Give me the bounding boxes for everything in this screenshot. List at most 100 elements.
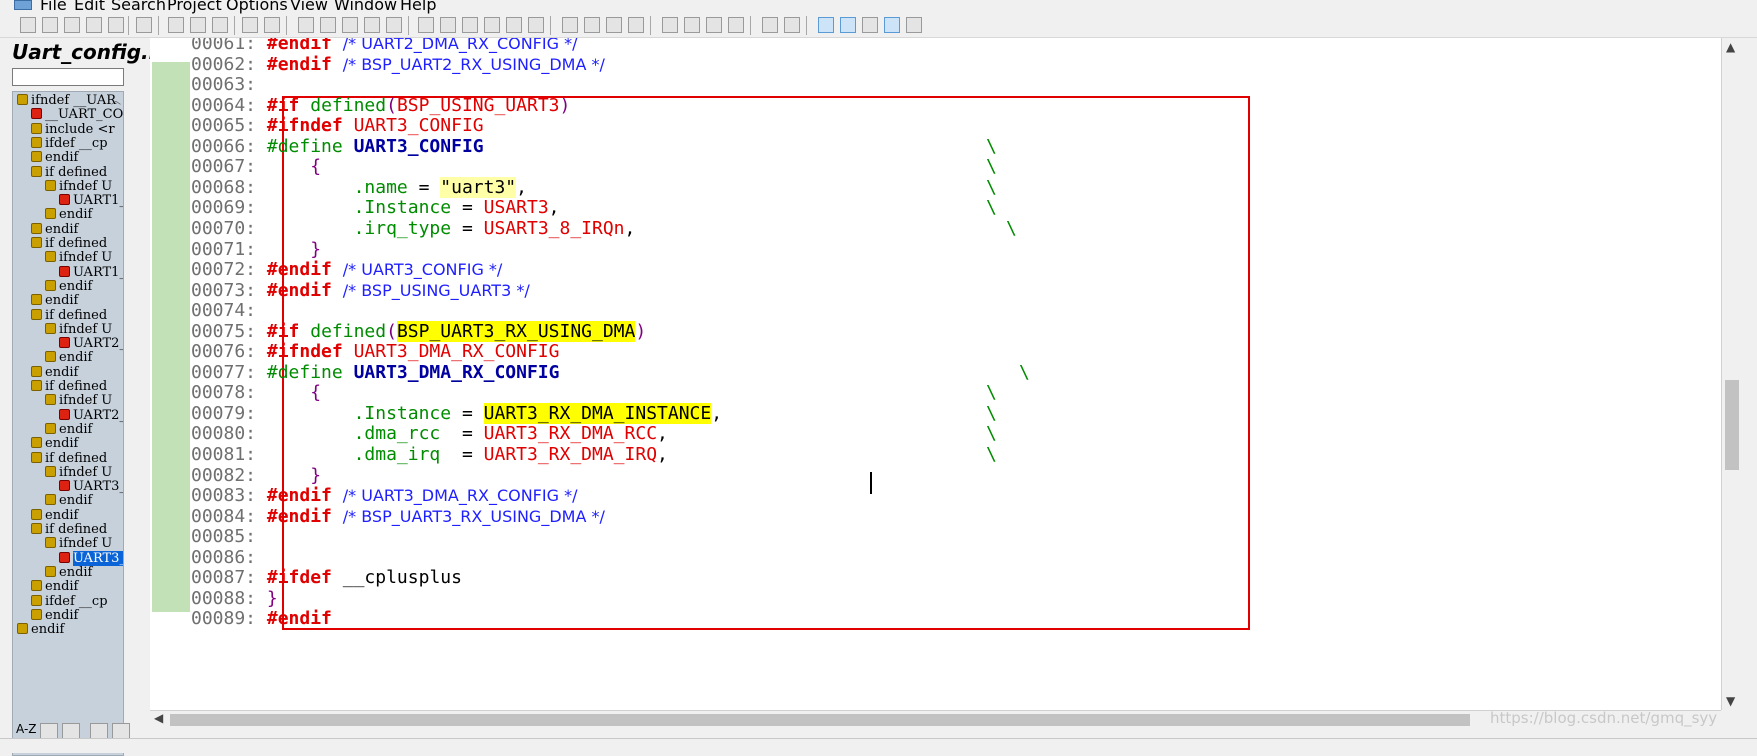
book-icon[interactable] — [606, 17, 622, 33]
code-line: 00073: #endif /* BSP_USING_UART3 */ — [191, 279, 530, 302]
line-continuation: \ — [986, 444, 997, 465]
add-file-icon[interactable] — [584, 17, 600, 33]
code-token: ) — [559, 94, 571, 116]
sort-az-button[interactable]: A-Z — [16, 722, 37, 736]
open-file-icon[interactable] — [42, 17, 58, 33]
symbol-info-icon[interactable] — [762, 17, 778, 33]
browse-icon[interactable] — [90, 723, 108, 739]
new-file-icon[interactable] — [20, 17, 36, 33]
project-window-icon[interactable] — [884, 17, 900, 33]
print-icon[interactable] — [136, 17, 152, 33]
code-line: 00072: #endif /* UART3_CONFIG */ — [191, 258, 502, 281]
code-token: UART3_CONFIG — [353, 115, 484, 137]
yellow-symbol-icon — [17, 94, 28, 105]
tree-item-label: endif — [45, 507, 79, 523]
jump-icon[interactable] — [506, 17, 522, 33]
line-number: 00064: — [191, 94, 257, 116]
chevron-down-icon[interactable]: ▼ — [1726, 694, 1735, 708]
clip-window-icon[interactable] — [906, 17, 922, 33]
symbol-window-icon[interactable] — [818, 17, 834, 33]
code-token: defined — [310, 94, 387, 116]
yellow-symbol-icon — [45, 322, 56, 334]
find-next-icon[interactable] — [320, 17, 336, 33]
tree-item-label: endif — [45, 293, 79, 309]
paste-icon[interactable] — [212, 17, 228, 33]
tree-item-label: __UART_CON — [45, 107, 124, 123]
options-icon[interactable] — [112, 723, 130, 739]
menu-options[interactable]: Options — [226, 0, 288, 14]
bookmark-next-icon[interactable] — [440, 17, 456, 33]
yellow-symbol-icon — [45, 537, 56, 549]
menu-file[interactable]: File — [40, 0, 67, 14]
jump-back-icon[interactable] — [528, 17, 544, 33]
code-token: { — [310, 382, 322, 404]
menu-edit[interactable]: Edit — [74, 0, 105, 14]
vertical-scrollbar[interactable]: ▲ ▼ — [1721, 38, 1743, 710]
menu-window[interactable]: Window — [334, 0, 397, 14]
sync-icon[interactable] — [628, 17, 644, 33]
code-token: ( — [386, 320, 397, 342]
code-line: 00080: .dma_rcc = UART3_RX_DMA_RCC, — [191, 422, 668, 445]
yellow-symbol-icon — [31, 523, 42, 534]
code-token: UART3_RX_DMA_INSTANCE — [483, 402, 712, 424]
project-icon[interactable] — [562, 17, 578, 33]
menu-search[interactable]: Search — [111, 0, 166, 14]
forward-arrow-icon[interactable] — [484, 17, 500, 33]
replace-icon[interactable] — [364, 17, 380, 33]
yellow-symbol-icon — [45, 251, 56, 263]
toolbar-separator — [286, 16, 287, 35]
line-number: 00084: — [191, 505, 257, 527]
line-number: 00076: — [191, 341, 257, 363]
relation-window-icon[interactable] — [862, 17, 878, 33]
line-number: 00065: — [191, 115, 257, 137]
swap-icon[interactable] — [386, 17, 402, 33]
help-pointer-icon[interactable] — [784, 17, 800, 33]
save-icon[interactable] — [64, 17, 80, 33]
save-all-icon[interactable] — [108, 17, 124, 33]
symbol-panel: Uart_config.h ︿ ﹀ ifndef __UAR__UART_CON… — [10, 38, 163, 756]
window-tile-icon[interactable] — [662, 17, 678, 33]
code-token: #if — [266, 320, 300, 342]
find-icon[interactable] — [298, 17, 314, 33]
tree-item-label: ifndef U — [59, 321, 113, 337]
code-token: = — [440, 423, 484, 445]
code-token: defined — [310, 320, 387, 342]
chevron-left-icon[interactable]: ◀ — [154, 711, 163, 725]
tree-item[interactable]: endif — [17, 622, 64, 638]
cut-icon[interactable] — [168, 17, 184, 33]
symbol-tree[interactable]: ︿ ﹀ ifndef __UAR__UART_CONinclude <rifde… — [12, 91, 124, 756]
list-view-icon[interactable] — [40, 723, 58, 739]
horizontal-scrollbar[interactable]: ◀ — [150, 710, 1721, 729]
copy-icon[interactable] — [190, 17, 206, 33]
code-token: #define — [266, 135, 343, 157]
save-as-icon[interactable] — [86, 17, 102, 33]
window-horizontal-icon[interactable] — [684, 17, 700, 33]
tree-item-label: ifndef U — [59, 536, 113, 552]
category-view-icon[interactable] — [62, 723, 80, 739]
tree-item-label: UART3_ — [73, 550, 124, 566]
bookmark-prev-icon[interactable] — [418, 17, 434, 33]
code-token: /* UART2_DMA_RX_CONFIG */ — [342, 38, 578, 53]
horizontal-scroll-thumb[interactable] — [170, 714, 1470, 726]
code-editor[interactable]: 00061: #endif /* UART2_DMA_RX_CONFIG */0… — [191, 38, 1721, 710]
window-vertical-icon[interactable] — [706, 17, 722, 33]
menu-view[interactable]: View — [290, 0, 328, 14]
yellow-symbol-icon — [45, 422, 56, 434]
chevron-up-icon[interactable]: ▲ — [1726, 40, 1735, 54]
window-cascade-icon[interactable] — [728, 17, 744, 33]
undo-icon[interactable] — [242, 17, 258, 33]
redo-icon[interactable] — [264, 17, 280, 33]
vertical-scroll-thumb[interactable] — [1725, 380, 1739, 470]
symbol-filter-input[interactable] — [12, 68, 124, 86]
yellow-symbol-icon — [31, 136, 42, 148]
code-token: /* UART3_DMA_RX_CONFIG */ — [342, 486, 578, 506]
menu-help[interactable]: Help — [400, 0, 436, 14]
find-in-files-icon[interactable] — [342, 17, 358, 33]
code-line: 00076: #ifndef UART3_DMA_RX_CONFIG — [191, 340, 559, 363]
menu-project[interactable]: Project — [167, 0, 222, 14]
context-window-icon[interactable] — [840, 17, 856, 33]
back-arrow-icon[interactable] — [462, 17, 478, 33]
